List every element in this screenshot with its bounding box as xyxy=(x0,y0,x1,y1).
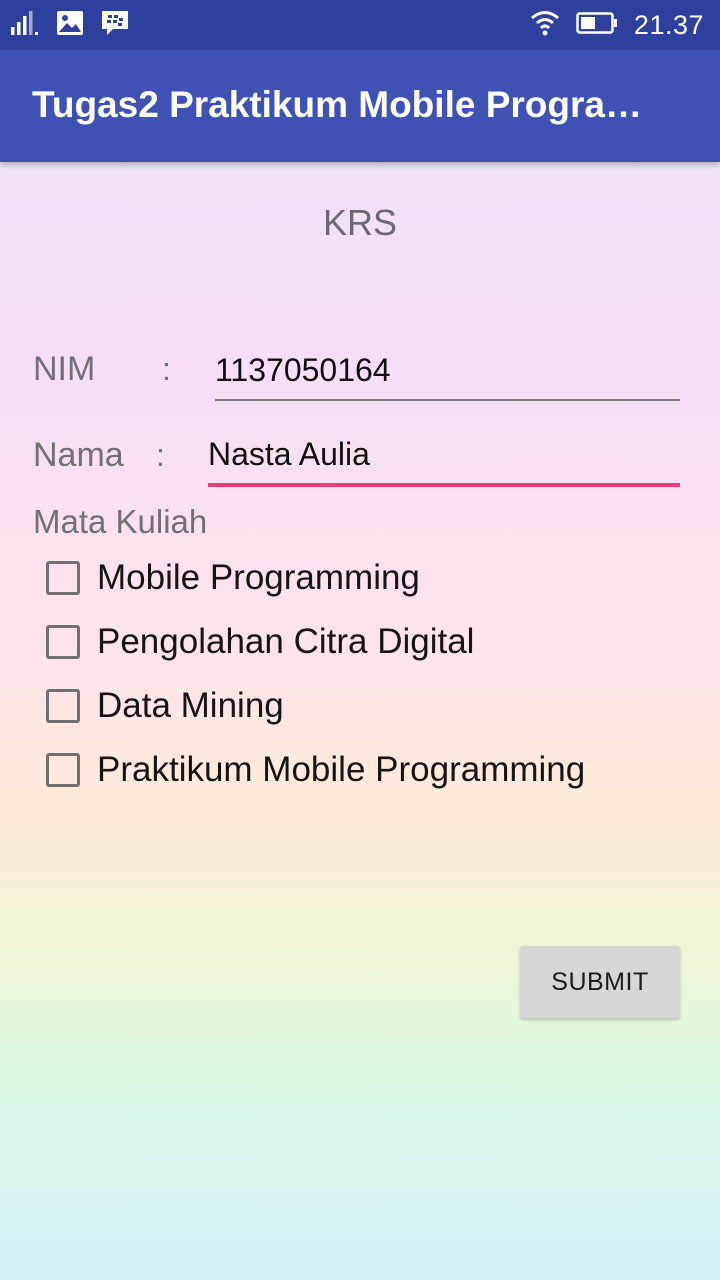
course-label: Pengolahan Citra Digital xyxy=(97,622,475,661)
course-checkbox-pengolahan-citra-digital[interactable]: Pengolahan Citra Digital xyxy=(46,617,474,667)
checkbox-unchecked-icon[interactable] xyxy=(46,561,80,595)
nim-label: NIM xyxy=(33,350,96,388)
battery-icon xyxy=(576,11,618,40)
app-title: Tugas2 Praktikum Mobile Programming xyxy=(32,84,672,125)
course-label: Praktikum Mobile Programming xyxy=(97,750,586,789)
checkbox-unchecked-icon[interactable] xyxy=(46,689,80,723)
clock-time: 21.37 xyxy=(633,9,704,40)
checkbox-unchecked-icon[interactable] xyxy=(46,753,80,787)
page-heading: KRS xyxy=(322,202,398,243)
signal-icon xyxy=(10,10,40,41)
nama-input[interactable] xyxy=(208,436,680,487)
submit-button[interactable]: SUBMIT xyxy=(520,946,680,1018)
course-checkbox-data-mining[interactable]: Data Mining xyxy=(46,681,284,731)
bbm-icon xyxy=(100,9,130,42)
checkbox-unchecked-icon[interactable] xyxy=(46,625,80,659)
app-bar: Tugas2 Praktikum Mobile Programming xyxy=(0,50,720,162)
wifi-icon xyxy=(530,10,560,41)
course-label: Data Mining xyxy=(97,686,284,725)
course-checkbox-mobile-programming[interactable]: Mobile Programming xyxy=(46,553,420,603)
app-screen: 21.37 Tugas2 Praktikum Mobile Programmin… xyxy=(0,0,720,1280)
status-bar: 21.37 xyxy=(0,0,720,50)
nama-label: Nama xyxy=(33,436,124,474)
nim-input[interactable] xyxy=(215,352,680,401)
courses-label: Mata Kuliah xyxy=(33,503,208,540)
course-label: Mobile Programming xyxy=(97,558,420,597)
image-notification-icon xyxy=(56,10,84,41)
status-bar-left xyxy=(10,10,146,40)
course-checkbox-praktikum-mobile-programming[interactable]: Praktikum Mobile Programming xyxy=(46,745,585,795)
nim-colon: : xyxy=(162,351,171,387)
status-bar-right: 21.37 xyxy=(530,8,704,42)
nama-colon: : xyxy=(156,437,165,473)
